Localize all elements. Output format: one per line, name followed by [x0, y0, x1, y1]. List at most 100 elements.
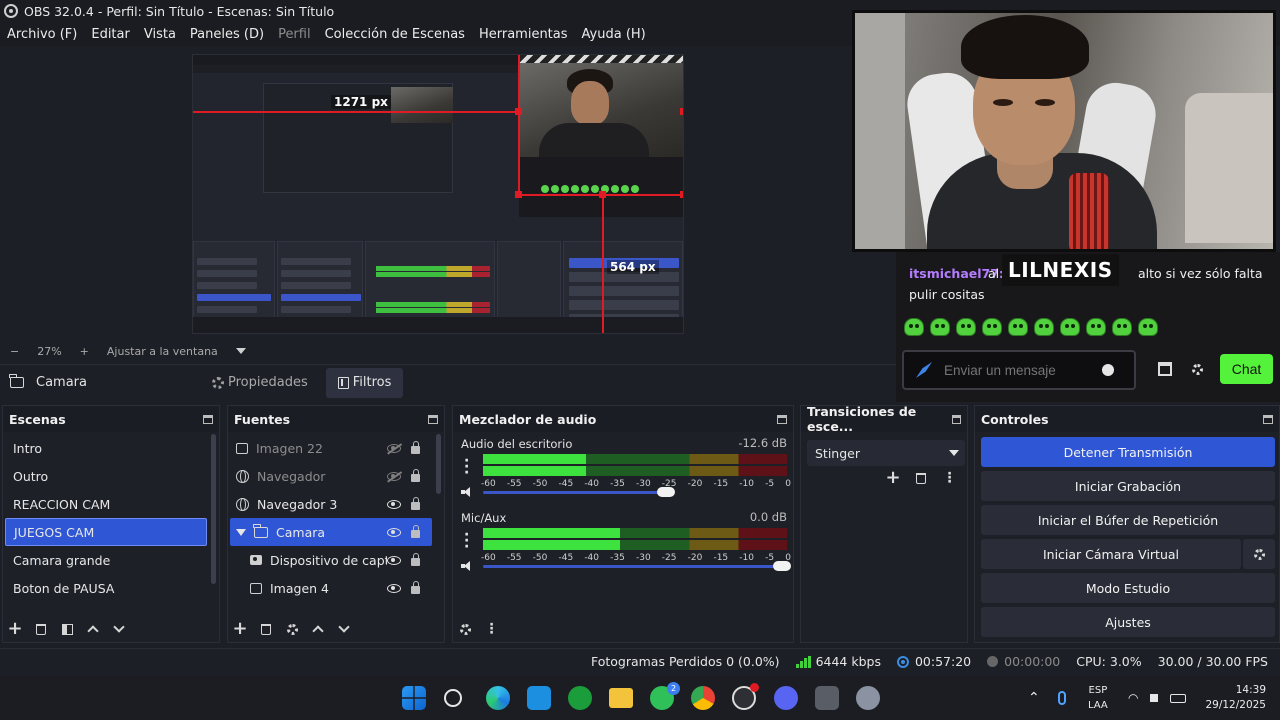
scene-item[interactable]: Intro	[5, 434, 207, 462]
zoom-out-button[interactable]: −	[10, 345, 19, 358]
chevron-down-icon[interactable]	[235, 348, 246, 354]
visibility-icon[interactable]	[387, 499, 401, 509]
add-source-button[interactable]: +	[232, 620, 247, 638]
add-transition-button[interactable]: +	[885, 469, 900, 487]
resize-handle[interactable]	[515, 108, 522, 115]
chrome-icon[interactable]	[691, 686, 715, 710]
source-item-selected[interactable]: Camara	[230, 518, 432, 546]
advanced-audio-button[interactable]	[459, 623, 471, 635]
settings-button[interactable]: Ajustes	[981, 607, 1275, 637]
speaker-icon[interactable]	[461, 487, 473, 497]
edge-icon[interactable]	[486, 686, 510, 710]
lock-icon[interactable]	[411, 525, 420, 538]
move-up-button[interactable]	[312, 623, 324, 637]
move-up-button[interactable]	[87, 623, 99, 637]
scene-filters-button[interactable]	[61, 623, 73, 635]
volume-slider-thumb[interactable]	[657, 487, 675, 497]
obs-taskbar-icon[interactable]	[732, 683, 759, 710]
undock-icon[interactable]	[777, 414, 787, 424]
volume-slider[interactable]	[483, 565, 787, 568]
scene-item[interactable]: Boton de PAUSA	[5, 574, 207, 602]
transition-menu-button[interactable]: ⋮	[943, 471, 957, 485]
chat-input-box[interactable]	[902, 350, 1136, 390]
whatsapp-icon[interactable]: 2	[650, 682, 680, 710]
search-icon[interactable]	[444, 689, 462, 707]
visibility-hidden-icon[interactable]	[387, 443, 401, 453]
menu-coleccion-escenas[interactable]: Colección de Escenas	[325, 27, 465, 42]
menu-paneles[interactable]: Paneles (D)	[190, 27, 264, 42]
move-down-button[interactable]	[113, 621, 125, 635]
language-indicator[interactable]: ESP LAA	[1088, 683, 1108, 713]
transition-select[interactable]: Stinger	[807, 440, 965, 466]
discord-icon[interactable]	[774, 686, 798, 710]
store-icon[interactable]	[527, 686, 551, 710]
remove-scene-button[interactable]	[35, 623, 47, 635]
source-item[interactable]: Navegador	[230, 462, 432, 490]
scene-item-selected[interactable]: JUEGOS CAM	[5, 518, 207, 546]
menu-perfil[interactable]: Perfil	[278, 27, 311, 42]
undock-icon[interactable]	[1263, 414, 1273, 424]
resize-handle[interactable]	[680, 108, 683, 115]
lock-icon[interactable]	[411, 469, 420, 482]
emote-picker-icon[interactable]	[1102, 364, 1114, 376]
remove-transition-button[interactable]	[915, 472, 927, 484]
tray-chevron-up-icon[interactable]: ⌃	[1028, 690, 1040, 706]
bits-icon[interactable]	[916, 362, 932, 378]
menu-editar[interactable]: Editar	[91, 27, 130, 42]
chat-send-button[interactable]: Chat	[1220, 354, 1273, 384]
move-down-button[interactable]	[338, 621, 350, 635]
visibility-hidden-icon[interactable]	[387, 471, 401, 481]
source-item[interactable]: Imagen 22	[230, 434, 432, 462]
resize-handle[interactable]	[599, 191, 606, 198]
volume-slider[interactable]	[483, 491, 671, 494]
undock-icon[interactable]	[203, 414, 213, 424]
scene-item[interactable]: Outro	[5, 462, 207, 490]
add-scene-button[interactable]: +	[7, 620, 22, 638]
properties-button[interactable]: Propiedades	[200, 368, 320, 398]
resize-handle[interactable]	[515, 191, 522, 198]
channel-menu-icon[interactable]: · · ·	[464, 528, 469, 554]
sources-scrollbar[interactable]	[436, 434, 441, 494]
clock[interactable]: 14:39 29/12/2025	[1205, 683, 1266, 713]
quick-settings[interactable]: ◠	[1128, 676, 1187, 720]
app-icon[interactable]	[815, 686, 839, 710]
undock-icon[interactable]	[951, 414, 961, 424]
source-item[interactable]: Navegador 3	[230, 490, 432, 518]
scene-item[interactable]: Camara grande	[5, 546, 207, 574]
store-icon[interactable]	[1158, 362, 1172, 376]
xbox-icon[interactable]	[568, 686, 592, 710]
menu-archivo[interactable]: Archivo (F)	[7, 27, 77, 42]
replay-buffer-button[interactable]: Iniciar el Búfer de Repetición	[981, 505, 1275, 535]
resize-handle[interactable]	[680, 191, 683, 198]
windows-start-icon[interactable]	[402, 686, 426, 710]
scene-item[interactable]: REACCION CAM	[5, 490, 207, 518]
speaker-icon[interactable]	[461, 561, 473, 571]
virtual-camera-button[interactable]: Iniciar Cámara Virtual	[981, 539, 1241, 569]
preview-canvas[interactable]: 1271 px 564 px	[0, 46, 900, 340]
stop-stream-button[interactable]: Detener Transmisión	[981, 437, 1275, 467]
lock-icon[interactable]	[411, 441, 420, 454]
channel-menu-icon[interactable]: · · ·	[464, 454, 469, 480]
chat-message-input[interactable]	[944, 362, 1094, 378]
menu-ayuda[interactable]: Ayuda (H)	[582, 27, 646, 42]
visibility-icon[interactable]	[387, 583, 401, 593]
filters-button[interactable]: Filtros	[325, 367, 404, 398]
zoom-in-button[interactable]: +	[80, 345, 89, 358]
fit-window-label[interactable]: Ajustar a la ventana	[107, 345, 218, 358]
menu-herramientas[interactable]: Herramientas	[479, 27, 568, 42]
scenes-scrollbar[interactable]	[211, 434, 216, 584]
file-explorer-icon[interactable]	[609, 688, 633, 708]
microphone-icon[interactable]	[1057, 691, 1066, 705]
lock-icon[interactable]	[411, 581, 420, 594]
undock-icon[interactable]	[428, 414, 438, 424]
remove-source-button[interactable]	[260, 623, 272, 635]
lock-icon[interactable]	[411, 497, 420, 510]
settings-icon[interactable]	[856, 686, 880, 710]
studio-mode-button[interactable]: Modo Estudio	[981, 573, 1275, 603]
source-item[interactable]: Imagen 4	[230, 574, 432, 602]
mixer-menu-button[interactable]: ⋮	[485, 622, 499, 636]
lock-icon[interactable]	[411, 553, 420, 566]
expand-group-icon[interactable]	[236, 528, 246, 536]
visibility-icon[interactable]	[387, 555, 401, 565]
source-item[interactable]: Dispositivo de captura de video	[230, 546, 432, 574]
